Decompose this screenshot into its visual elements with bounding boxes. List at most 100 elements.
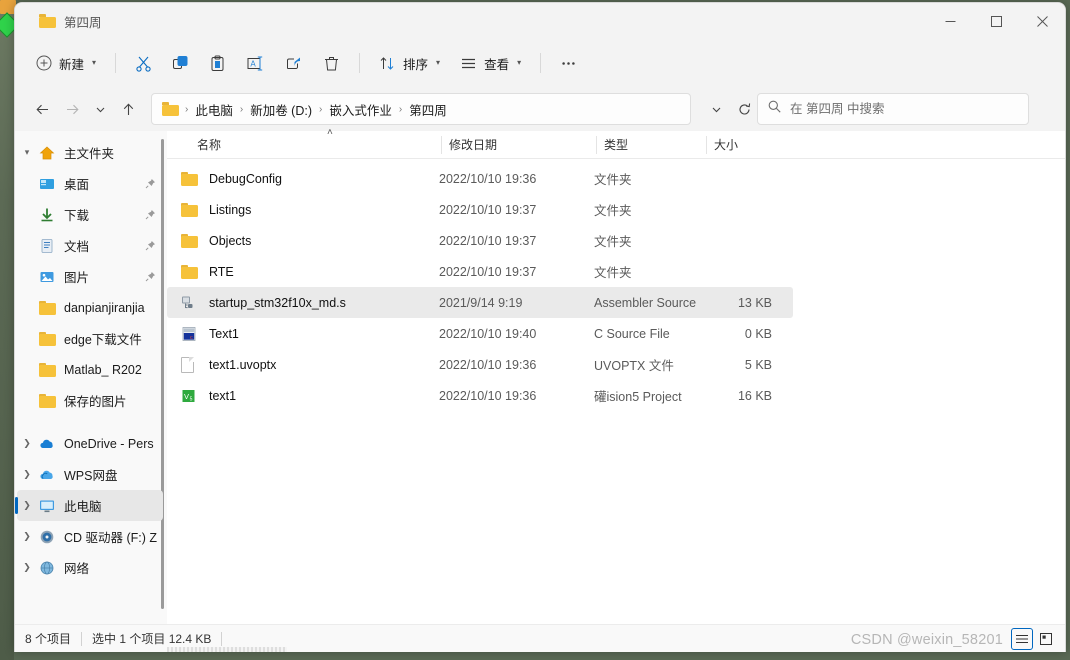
- chevron-down-icon[interactable]: ▾: [17, 147, 37, 158]
- forward-button[interactable]: [57, 94, 87, 124]
- sidebar-item-cd-drive[interactable]: ❯ CD 驱动器 (F:) Z: [17, 521, 163, 552]
- file-name: Text1: [209, 326, 239, 341]
- table-row[interactable]: startup_stm32f10x_md.s 2021/9/14 9:19 As…: [167, 287, 793, 318]
- pin-icon[interactable]: [143, 209, 157, 220]
- copy-button[interactable]: [163, 47, 198, 79]
- pin-icon[interactable]: [143, 178, 157, 189]
- more-options-button[interactable]: [551, 47, 586, 79]
- sidebar-item-edge-downloads[interactable]: edge下载文件: [17, 323, 163, 354]
- sidebar-item-desktop[interactable]: 桌面: [17, 168, 163, 199]
- taskbar-edge: [167, 647, 287, 652]
- search-input[interactable]: [790, 102, 1018, 116]
- view-list-icon: [460, 55, 477, 72]
- file-type: Assembler Source: [594, 295, 697, 310]
- desktop-background: [0, 0, 20, 660]
- sidebar-item-saved-pictures[interactable]: 保存的图片: [17, 385, 163, 416]
- file-size: 5 KB: [744, 357, 772, 372]
- cut-button[interactable]: [126, 47, 161, 79]
- sidebar-item-label: danpianjiranjia: [64, 300, 145, 315]
- details-view-button[interactable]: [1011, 627, 1033, 650]
- breadcrumb: › 此电脑 › 新加卷 (D:) › 嵌入式作业 › 第四周: [183, 98, 684, 121]
- column-header-type[interactable]: 类型: [596, 131, 706, 159]
- chevron-right-icon[interactable]: ❯: [17, 438, 37, 449]
- minimize-button[interactable]: [927, 3, 973, 39]
- file-type: C Source File: [594, 326, 670, 341]
- chevron-right-icon[interactable]: ❯: [17, 500, 37, 511]
- sidebar-item-home[interactable]: ▾ 主文件夹: [17, 137, 163, 168]
- address-bar[interactable]: › 此电脑 › 新加卷 (D:) › 嵌入式作业 › 第四周: [151, 93, 691, 125]
- search-icon: [768, 100, 781, 118]
- table-row[interactable]: RTE 2022/10/10 19:37 文件夹: [167, 256, 793, 287]
- wps-cloud-icon: [37, 467, 57, 483]
- sidebar-item-label: 网络: [64, 562, 90, 576]
- sidebar-item-documents[interactable]: 文档: [17, 230, 163, 261]
- chevron-right-icon[interactable]: ❯: [17, 469, 37, 480]
- new-button[interactable]: 新建 ▾: [27, 47, 105, 79]
- up-button[interactable]: [113, 94, 143, 124]
- chevron-down-icon: ▾: [517, 58, 522, 67]
- table-row[interactable]: DebugConfig 2022/10/10 19:36 文件夹: [167, 163, 793, 194]
- maximize-button[interactable]: [973, 3, 1019, 39]
- close-button[interactable]: [1019, 3, 1065, 39]
- column-header-size[interactable]: 大小: [706, 131, 780, 159]
- sidebar-item-onedrive[interactable]: ❯ OneDrive - Pers: [17, 428, 163, 459]
- pictures-icon: [37, 269, 57, 285]
- paste-button[interactable]: [200, 47, 235, 79]
- file-name: Listings: [209, 202, 252, 217]
- file-name: text1.uvoptx: [209, 357, 277, 372]
- chevron-right-icon[interactable]: ❯: [17, 531, 37, 542]
- column-header-label: 名称: [197, 138, 222, 152]
- plus-circle-icon: [36, 55, 52, 71]
- file-date: 2022/10/10 19:36: [439, 388, 537, 403]
- clipboard-icon: [209, 55, 226, 72]
- folder-icon: [181, 171, 203, 186]
- share-button[interactable]: [276, 47, 312, 79]
- table-row[interactable]: text1.uvoptx 2022/10/10 19:36 UVOPTX 文件 …: [167, 349, 793, 380]
- large-icons-view-button[interactable]: [1035, 628, 1057, 650]
- folder-icon: [37, 331, 57, 346]
- breadcrumb-item-0[interactable]: 此电脑: [190, 98, 238, 121]
- sort-button[interactable]: 排序 ▾: [370, 47, 449, 79]
- delete-button[interactable]: [314, 47, 349, 79]
- search-box[interactable]: [757, 93, 1029, 125]
- rename-button[interactable]: A: [237, 47, 274, 79]
- generic-file-icon: [181, 356, 203, 373]
- pin-icon[interactable]: [143, 240, 157, 251]
- sidebar-item-label: 保存的图片: [64, 395, 127, 409]
- sidebar-item-matlab[interactable]: Matlab_ R202: [17, 354, 163, 385]
- pin-icon[interactable]: [143, 271, 157, 282]
- refresh-button[interactable]: [731, 96, 757, 122]
- file-size: 16 KB: [737, 388, 772, 403]
- breadcrumb-item-1[interactable]: 新加卷 (D:): [245, 98, 317, 121]
- table-row[interactable]: c Text1 2022/10/10 19:40 C Source File 0…: [167, 318, 793, 349]
- sidebar-item-wps-cloud[interactable]: ❯ WPS网盘: [17, 459, 163, 490]
- breadcrumb-item-2[interactable]: 嵌入式作业: [324, 98, 397, 121]
- address-dropdown-button[interactable]: [703, 96, 729, 122]
- command-bar: 新建 ▾ A 排序 ▾ 查看 ▾: [15, 39, 1065, 87]
- sidebar-item-downloads[interactable]: 下载: [17, 199, 163, 230]
- table-row[interactable]: Listings 2022/10/10 19:37 文件夹: [167, 194, 793, 225]
- folder-icon: [181, 264, 203, 279]
- breadcrumb-item-3[interactable]: 第四周: [404, 98, 452, 121]
- window-tab[interactable]: 第四周: [27, 5, 114, 37]
- folder-icon: [37, 393, 57, 408]
- sidebar-item-pictures[interactable]: 图片: [17, 261, 163, 292]
- sidebar-item-this-pc[interactable]: ❯ 此电脑: [15, 490, 163, 521]
- breadcrumb-separator: ›: [239, 103, 244, 115]
- column-header-date[interactable]: 修改日期: [441, 131, 596, 159]
- sidebar-item-danpianjiranjia[interactable]: danpianjiranjia: [17, 292, 163, 323]
- file-type: 文件夹: [594, 204, 632, 218]
- chevron-right-icon[interactable]: ❯: [17, 562, 37, 573]
- file-date: 2022/10/10 19:36: [439, 357, 537, 372]
- file-date: 2022/10/10 19:37: [439, 264, 537, 279]
- table-row[interactable]: V 5 text1 2022/10/10 19:36 礶ision5 Proje…: [167, 380, 793, 411]
- recent-locations-button[interactable]: [87, 94, 113, 124]
- sidebar-item-label: 文档: [64, 240, 90, 254]
- sidebar-item-network[interactable]: ❯ 网络: [17, 552, 163, 583]
- column-header-name[interactable]: 名称 ˄: [189, 127, 441, 159]
- back-button[interactable]: [27, 94, 57, 124]
- view-button[interactable]: 查看 ▾: [451, 47, 530, 79]
- table-row[interactable]: Objects 2022/10/10 19:37 文件夹: [167, 225, 793, 256]
- sidebar-item-label: edge下载文件: [64, 333, 142, 347]
